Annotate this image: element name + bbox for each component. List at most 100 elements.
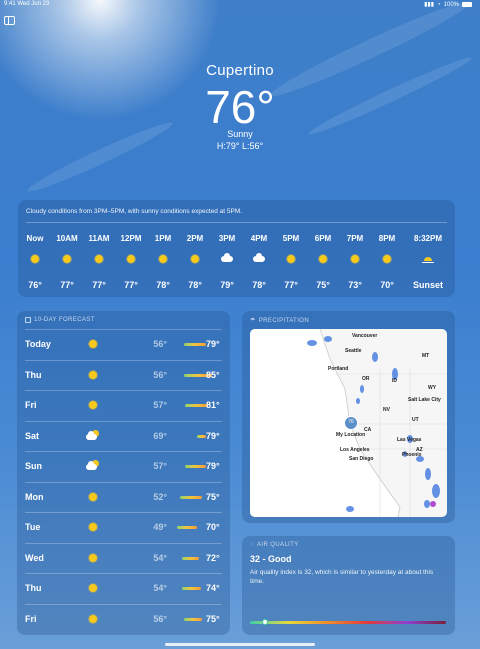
- hour-temp: 77°: [92, 280, 106, 290]
- hour-time: 4PM: [250, 234, 268, 243]
- forecast-day: Tue: [25, 522, 41, 532]
- hour-item: Now 76°: [18, 234, 52, 294]
- cloud-icon: [220, 252, 234, 266]
- hour-time: 7PM: [346, 234, 364, 243]
- temp-range-bar: [183, 343, 207, 346]
- map-label-phoenix: Phoenix: [402, 452, 422, 458]
- hour-time: 6PM: [314, 234, 332, 243]
- hour-item: 1PM 78°: [146, 234, 180, 294]
- air-quality-card[interactable]: ◌ AIR QUALITY 32 - Good Air quality inde…: [242, 536, 455, 635]
- sidebar-toggle-icon[interactable]: [4, 16, 15, 25]
- map-label-wy: WY: [428, 385, 437, 391]
- map-label-id: ID: [392, 378, 397, 384]
- map-label-vancouver: Vancouver: [352, 333, 378, 339]
- sun-icon: [86, 612, 100, 626]
- map-label-or: OR: [362, 376, 370, 382]
- hour-item: 7PM 73°: [338, 234, 372, 294]
- precipitation-map[interactable]: Vancouver Seattle MT Portland OR ID WY S…: [250, 329, 447, 517]
- precipitation-header: ☂ PRECIPITATION: [250, 317, 310, 325]
- sun-icon: [86, 581, 100, 595]
- forecast-row: Fri 57° 81°: [17, 390, 230, 420]
- air-quality-title: AIR QUALITY: [256, 542, 299, 548]
- current-temperature: 76°: [205, 81, 275, 133]
- precipitation-card[interactable]: ☂ PRECIPITATION Vancouver Seattle MT Por…: [242, 311, 455, 523]
- hourly-list: Now 76° 10AM 77° 11AM 77° 12PM 77° 1PM 78° 2P…: [18, 234, 455, 294]
- status-bar: 9:41 Wed Jun 23 ▮▮▮ ◔ 100%: [0, 0, 480, 10]
- hour-time: Now: [26, 234, 44, 243]
- sun-icon: [316, 252, 330, 266]
- hourly-summary: Cloudy conditions from 3PM–5PM, with sun…: [26, 208, 243, 215]
- high-low: H:79° L:56°: [216, 141, 264, 151]
- hour-item: 2PM 78°: [178, 234, 212, 294]
- sun-icon: [348, 252, 362, 266]
- calendar-icon: [25, 317, 31, 323]
- forecast-day: Sat: [25, 430, 40, 441]
- current-condition: Sunny: [227, 129, 253, 139]
- hour-item: 11AM 77°: [82, 234, 116, 294]
- sun-icon: [86, 337, 100, 351]
- sun-icon: [124, 252, 138, 266]
- forecast-row: Sat 69° 79°: [17, 420, 230, 451]
- my-location-pin[interactable]: 76: [344, 416, 358, 430]
- forecast-high: 85°: [206, 369, 220, 380]
- row-divider: [25, 481, 222, 482]
- sun-icon: [86, 368, 100, 382]
- status-time: 9:41 Wed Jun 23: [4, 1, 50, 7]
- hour-temp: 75°: [316, 280, 330, 290]
- map-label-los-angeles: Los Angeles: [340, 447, 370, 453]
- forecast-day: Today: [25, 339, 51, 349]
- hour-item: 12PM 77°: [114, 234, 148, 294]
- my-location-temp: 76: [348, 419, 354, 425]
- forecast-day: Fri: [25, 400, 37, 410]
- temp-range-bar: [176, 526, 198, 529]
- hour-item: 6PM 75°: [306, 234, 340, 294]
- sun-icon: [156, 252, 170, 266]
- home-indicator[interactable]: [165, 643, 315, 646]
- precipitation-title: PRECIPITATION: [258, 317, 310, 324]
- sun-icon: [284, 252, 298, 266]
- temp-range-bar: [196, 434, 207, 438]
- row-divider: [25, 512, 222, 513]
- divider: [26, 222, 447, 223]
- sun-icon: [86, 551, 100, 565]
- forecast-low: 49°: [153, 522, 167, 532]
- hour-temp: Sunset: [412, 280, 443, 290]
- hour-time: 8:32PM: [413, 234, 442, 243]
- ten-day-title: 10-DAY FORECAST: [34, 317, 95, 323]
- forecast-high: 81°: [206, 400, 220, 410]
- air-quality-description: Air quality index is 32, which is simila…: [250, 569, 434, 585]
- hour-item-sunset: 8:32PM Sunset: [408, 234, 448, 294]
- forecast-day: Thu: [25, 583, 42, 593]
- city-name: Cupertino: [206, 62, 274, 79]
- hourly-forecast-card[interactable]: Cloudy conditions from 3PM–5PM, with sun…: [18, 200, 455, 297]
- forecast-high: 74°: [206, 583, 220, 593]
- signal-icon: ▮▮▮: [424, 2, 435, 8]
- forecast-day: Thu: [25, 369, 42, 380]
- hour-temp: 78°: [188, 280, 202, 290]
- forecast-high: 75°: [206, 613, 220, 624]
- forecast-low: 57°: [153, 461, 167, 471]
- temp-range-bar: [179, 495, 203, 499]
- forecast-row: Today 56° 79°: [17, 329, 230, 359]
- row-divider: [25, 390, 222, 391]
- forecast-row: Thu 54° 74°: [17, 573, 230, 603]
- hour-temp: 78°: [252, 280, 266, 290]
- map-label-san-diego: San Diego: [349, 456, 374, 462]
- sun-icon: [60, 252, 74, 266]
- row-divider: [25, 359, 222, 360]
- sun-icon: [92, 252, 106, 266]
- forecast-row: Mon 52° 75°: [17, 481, 230, 512]
- wifi-icon: ◔: [437, 1, 441, 8]
- hour-item: 10AM 77°: [50, 234, 84, 294]
- hour-time: 1PM: [154, 234, 172, 243]
- hour-time: 5PM: [282, 234, 300, 243]
- sun-icon: [86, 520, 100, 534]
- air-quality-marker: [261, 619, 268, 625]
- ten-day-forecast-card[interactable]: 10-DAY FORECAST Today 56° 79° Thu 56° 85° Fri 5…: [17, 311, 230, 635]
- forecast-high: 75°: [206, 491, 220, 502]
- forecast-high: 70°: [206, 522, 220, 532]
- hour-time: 11AM: [88, 234, 110, 243]
- hour-temp: 78°: [156, 280, 170, 290]
- hour-time: 3PM: [218, 234, 236, 243]
- partly-cloudy-icon: [86, 429, 100, 443]
